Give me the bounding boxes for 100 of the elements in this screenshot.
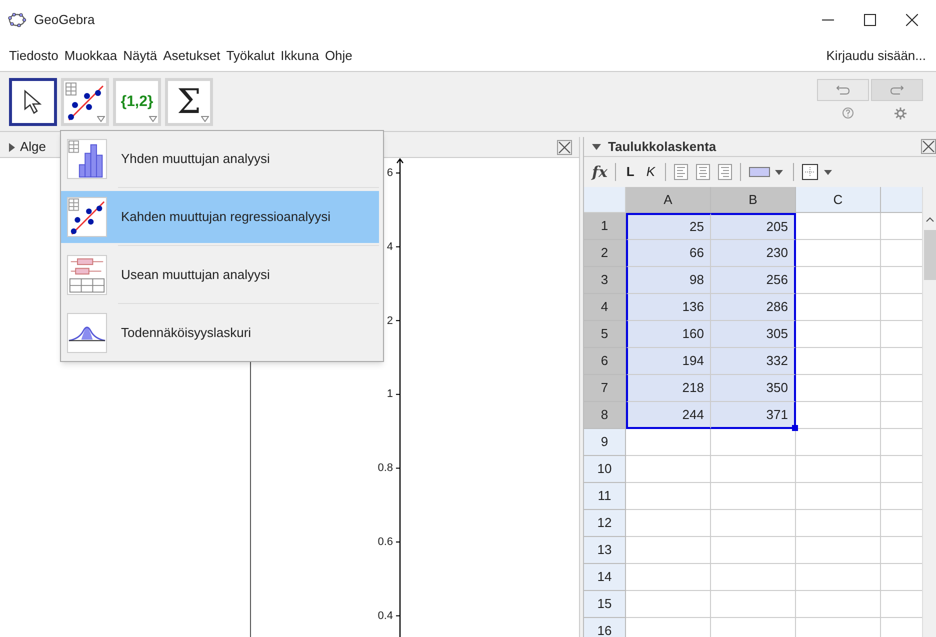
table-cell[interactable]: 136 [626,294,711,321]
dropdown-item[interactable]: Kahden muuttujan regressioanalyysi [61,191,379,243]
table-cell[interactable] [711,591,796,618]
table-cell[interactable]: 332 [711,348,796,375]
align-right-icon[interactable] [718,164,732,180]
table-cell[interactable] [796,429,881,456]
table-cell[interactable]: 66 [626,240,711,267]
tool-button[interactable]: {1,2} [113,78,161,126]
scrollbar[interactable] [922,187,936,637]
italic-button[interactable]: K [644,162,658,182]
table-cell[interactable] [626,483,711,510]
table-cell[interactable]: 194 [626,348,711,375]
table-cell[interactable] [796,537,881,564]
column-header[interactable]: B [711,187,796,213]
table-cell[interactable] [796,321,881,348]
close-icon[interactable] [906,14,918,26]
table-cell[interactable] [626,456,711,483]
table-cell[interactable] [796,510,881,537]
close-icon[interactable] [557,140,572,154]
table-cell[interactable] [796,213,881,240]
table-cell[interactable] [711,456,796,483]
row-header[interactable]: 16 [584,618,626,637]
table-cell[interactable] [796,456,881,483]
row-header[interactable]: 2 [584,240,626,267]
collapse-triangle-icon[interactable] [592,144,601,150]
dropdown-item[interactable]: Yhden muuttujan analyysi [61,133,379,185]
maximize-icon[interactable] [864,14,876,26]
tool-button[interactable] [9,78,57,126]
table-cell[interactable]: 25 [626,213,711,240]
table-cell[interactable]: 286 [711,294,796,321]
help-icon[interactable] [842,107,854,119]
table-cell[interactable] [626,510,711,537]
table-cell[interactable] [626,429,711,456]
row-header[interactable]: 1 [584,213,626,240]
table-cell[interactable] [626,564,711,591]
fill-color-icon[interactable] [749,166,786,178]
row-header[interactable]: 6 [584,348,626,375]
table-cell[interactable] [796,591,881,618]
table-cell[interactable] [796,483,881,510]
table-cell[interactable] [796,402,881,429]
row-header[interactable]: 8 [584,402,626,429]
menu-item[interactable]: Tiedosto [6,46,62,66]
formula-button[interactable]: fx [592,160,608,184]
row-header[interactable]: 15 [584,591,626,618]
table-cell[interactable]: 98 [626,267,711,294]
table-cell[interactable]: 244 [626,402,711,429]
table-cell[interactable] [796,267,881,294]
fill-handle[interactable] [792,425,798,431]
dropdown-item[interactable]: Todennäköisyyslaskuri [61,307,383,359]
table-cell[interactable] [711,483,796,510]
undo-button[interactable] [817,79,869,101]
row-header[interactable]: 10 [584,456,626,483]
table-cell[interactable]: 305 [711,321,796,348]
table-cell[interactable] [711,537,796,564]
align-left-icon[interactable] [674,164,688,180]
table-cell[interactable] [796,375,881,402]
login-link[interactable]: Kirjaudu sisään... [826,46,930,66]
table-cell[interactable]: 256 [711,267,796,294]
menu-item[interactable]: Muokkaa [61,46,120,66]
table-cell[interactable] [711,564,796,591]
row-header[interactable]: 5 [584,321,626,348]
dropdown-item[interactable]: Usean muuttujan analyysi [61,249,379,301]
row-header[interactable]: 9 [584,429,626,456]
row-header[interactable]: 3 [584,267,626,294]
table-cell[interactable] [711,429,796,456]
close-icon[interactable] [921,139,936,154]
menu-item[interactable]: Työkalut [223,46,278,66]
row-header[interactable]: 13 [584,537,626,564]
collapse-triangle-icon[interactable] [9,142,15,152]
settings-icon[interactable] [894,107,907,120]
row-header[interactable]: 14 [584,564,626,591]
tool-button[interactable]: Σ [165,78,213,126]
row-header[interactable]: 11 [584,483,626,510]
redo-button[interactable] [871,79,923,101]
table-cell[interactable] [626,591,711,618]
scroll-up-icon[interactable] [926,217,934,222]
table-cell[interactable]: 205 [711,213,796,240]
menu-item[interactable]: Ohje [322,46,356,66]
table-cell[interactable] [626,537,711,564]
table-cell[interactable]: 350 [711,375,796,402]
table-cell[interactable] [796,240,881,267]
table-cell[interactable] [796,294,881,321]
menu-item[interactable]: Ikkuna [278,46,322,66]
table-cell[interactable]: 230 [711,240,796,267]
menu-item[interactable]: Näytä [120,46,160,66]
menu-item[interactable]: Asetukset [160,46,224,66]
bold-button[interactable]: L [624,162,636,182]
align-center-icon[interactable] [696,164,710,180]
table-cell[interactable]: 371 [711,402,796,429]
row-header[interactable]: 7 [584,375,626,402]
table-cell[interactable] [796,348,881,375]
row-header[interactable]: 4 [584,294,626,321]
table-cell[interactable]: 218 [626,375,711,402]
row-header[interactable]: 12 [584,510,626,537]
column-header[interactable]: A [626,187,711,213]
column-header[interactable]: C [796,187,881,213]
table-cell[interactable] [796,564,881,591]
table-cell[interactable] [711,510,796,537]
scrollbar-thumb[interactable] [924,230,936,280]
table-cell[interactable]: 160 [626,321,711,348]
